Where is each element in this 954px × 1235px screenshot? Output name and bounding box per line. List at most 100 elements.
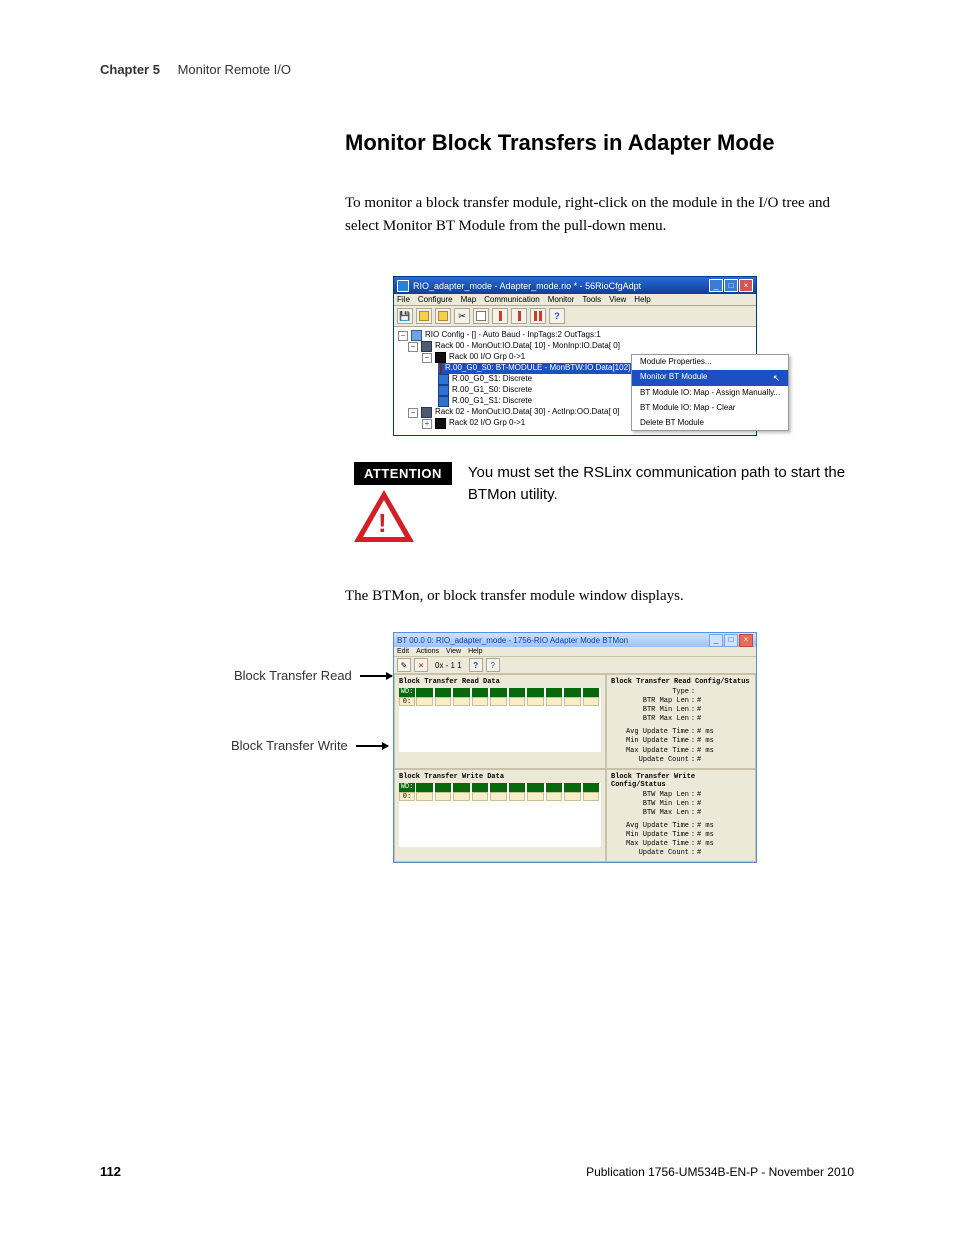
status-row: Max Update Time:# ms — [611, 840, 751, 849]
status-row: Avg Update Time:# ms — [611, 822, 751, 831]
attention-block: ATTENTION You must set the RSLinx commun… — [354, 462, 854, 506]
status-row: BTW Min Len:# — [611, 800, 751, 809]
maximize-button[interactable]: □ — [724, 279, 738, 292]
section-body-1: To monitor a block transfer module, righ… — [345, 192, 854, 237]
write-value-cells — [416, 792, 599, 801]
expand-icon[interactable]: + — [422, 419, 432, 429]
minimize-button[interactable]: _ — [709, 634, 723, 647]
context-menu: Module Properties... Monitor BT Module ↖… — [631, 354, 789, 431]
page-header: Chapter 5 Monitor Remote I/O — [100, 62, 854, 77]
status-row: Update Count:# — [611, 849, 751, 858]
toolbar-icon-3[interactable]: ✂ — [454, 308, 470, 324]
window-titlebar[interactable]: RIO_adapter_mode - Adapter_mode.rio * - … — [394, 277, 756, 294]
tree-root[interactable]: − RIO Config - [] - Auto Baud - InpTags:… — [398, 330, 752, 341]
module-icon — [438, 396, 449, 407]
close-button[interactable]: × — [739, 279, 753, 292]
menu-edit[interactable]: Edit — [397, 648, 409, 655]
app-icon — [397, 280, 409, 292]
rio-icon — [411, 330, 422, 341]
attention-text: You must set the RSLinx communication pa… — [468, 462, 854, 506]
menu-configure[interactable]: Configure — [418, 295, 453, 304]
arrow-icon — [356, 745, 388, 747]
status-row: BTW Max Len:# — [611, 809, 751, 818]
bt-module-icon — [440, 363, 442, 374]
menu-map[interactable]: Map — [461, 295, 477, 304]
menu-bar: File Configure Map Communication Monitor… — [394, 294, 756, 306]
save-icon[interactable]: 💾 — [397, 308, 413, 324]
write-data-panel: Block Transfer Write Data WD: 0: — [394, 769, 606, 863]
minimize-button[interactable]: _ — [709, 279, 723, 292]
ctx-delete-bt-module[interactable]: Delete BT Module — [632, 416, 788, 431]
ctx-monitor-bt-module[interactable]: Monitor BT Module ↖ — [632, 370, 788, 386]
menu-tools[interactable]: Tools — [582, 295, 601, 304]
close-button[interactable]: × — [739, 634, 753, 647]
attention-badge: ATTENTION — [354, 462, 452, 485]
module-icon — [438, 374, 449, 385]
tree-rack0[interactable]: − Rack 00 - MonOut:IO.Data[ 10] - MonInp… — [398, 341, 752, 352]
write-header-cells — [416, 783, 599, 792]
publication-info: Publication 1756-UM534B-EN-P - November … — [586, 1165, 854, 1179]
status-row: Max Update Time:# ms — [611, 747, 751, 756]
status-row: Min Update Time:# ms — [611, 737, 751, 746]
maximize-button[interactable]: □ — [724, 634, 738, 647]
menu-view[interactable]: View — [609, 295, 626, 304]
window-title: RIO_adapter_mode - Adapter_mode.rio * - … — [413, 281, 641, 291]
group-icon — [435, 418, 446, 429]
toolbar-icon-2[interactable] — [435, 308, 451, 324]
page-number: 112 — [100, 1164, 121, 1179]
status-row: Type: — [611, 688, 751, 697]
ctx-map-assign-manually[interactable]: BT Module IO: Map - Assign Manually... — [632, 386, 788, 401]
page-footer: 112 Publication 1756-UM534B-EN-P - Novem… — [100, 1164, 854, 1179]
toolbar: ✎ × 0x - 1 1 ? ? — [394, 657, 756, 674]
header-title: Monitor Remote I/O — [178, 62, 291, 77]
toolbar-icon-x[interactable]: × — [414, 658, 428, 672]
toolbar-icon-7[interactable] — [530, 308, 546, 324]
menu-help[interactable]: Help — [634, 295, 650, 304]
write-status-panel: Block Transfer Write Config/Status BTW M… — [606, 769, 756, 863]
toolbar-icon-5[interactable] — [492, 308, 508, 324]
rio-config-window: RIO_adapter_mode - Adapter_mode.rio * - … — [393, 276, 757, 436]
rack-icon — [421, 407, 432, 418]
menu-help[interactable]: Help — [468, 648, 482, 655]
status-row: Update Count:# — [611, 756, 751, 765]
read-status-panel: Block Transfer Read Config/Status Type:B… — [606, 674, 756, 769]
menu-monitor[interactable]: Monitor — [548, 295, 575, 304]
menu-actions[interactable]: Actions — [416, 648, 439, 655]
ctx-module-properties[interactable]: Module Properties... — [632, 355, 788, 370]
collapse-icon[interactable]: − — [408, 408, 418, 418]
write-data-area: WD: 0: — [399, 783, 601, 847]
help-icon[interactable]: ? — [549, 308, 565, 324]
toolbar-icon-4[interactable] — [473, 308, 489, 324]
toolbar-icon-help[interactable]: ? — [469, 658, 483, 672]
read-header-cells — [416, 688, 599, 697]
warning-exclamation-icon: ! — [378, 508, 387, 539]
status-row: Avg Update Time:# ms — [611, 728, 751, 737]
menu-communication[interactable]: Communication — [484, 295, 540, 304]
toolbar-icon-6[interactable] — [511, 308, 527, 324]
rack-icon — [421, 341, 432, 352]
toolbar-icon-pencil[interactable]: ✎ — [397, 658, 411, 672]
io-tree: − RIO Config - [] - Auto Baud - InpTags:… — [394, 327, 756, 435]
menu-file[interactable]: File — [397, 295, 410, 304]
window-titlebar[interactable]: BT 00.0 0: RIO_adapter_mode - 1756-RIO A… — [394, 633, 756, 647]
btmon-grid: Block Transfer Read Data WD: 0: Block Tr… — [394, 674, 756, 862]
read-data-area: WD: 0: — [399, 688, 601, 752]
status-row: BTR Min Len:# — [611, 706, 751, 715]
section-heading: Monitor Block Transfers in Adapter Mode — [345, 130, 774, 156]
status-row: Min Update Time:# ms — [611, 831, 751, 840]
module-icon — [438, 385, 449, 396]
chapter-label: Chapter 5 — [100, 62, 160, 77]
toolbar-icon-1[interactable] — [416, 308, 432, 324]
status-row: BTR Max Len:# — [611, 715, 751, 724]
toolbar-icon-help2[interactable]: ? — [486, 658, 500, 672]
group-icon — [435, 352, 446, 363]
collapse-icon[interactable]: − — [408, 342, 418, 352]
collapse-icon[interactable]: − — [398, 331, 408, 341]
menu-view[interactable]: View — [446, 648, 461, 655]
status-row: BTW Map Len:# — [611, 791, 751, 800]
callout-read: Block Transfer Read — [234, 668, 392, 683]
collapse-icon[interactable]: − — [422, 353, 432, 363]
ctx-map-clear[interactable]: BT Module IO: Map - Clear — [632, 401, 788, 416]
cursor-icon: ↖ — [773, 372, 781, 384]
arrow-icon — [360, 675, 392, 677]
